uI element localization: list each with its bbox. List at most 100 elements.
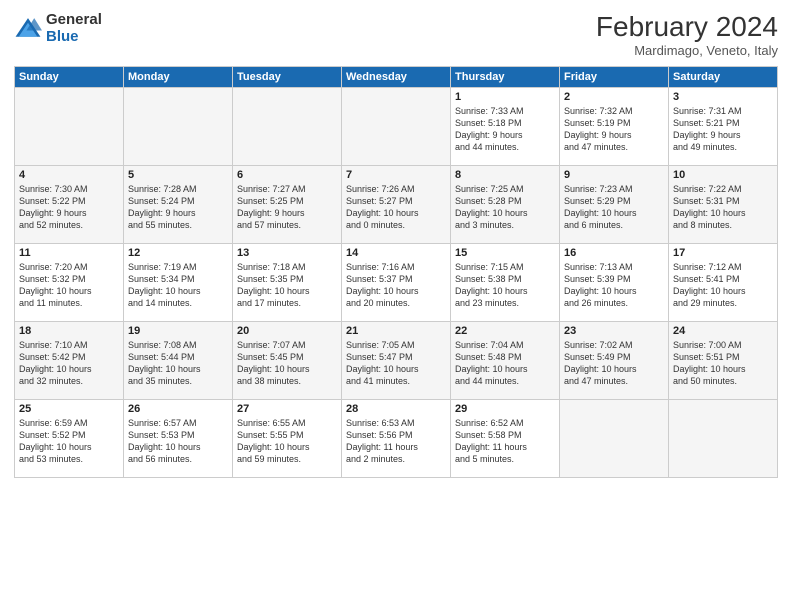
calendar-cell: 1Sunrise: 7:33 AM Sunset: 5:18 PM Daylig… (451, 87, 560, 165)
calendar-cell (15, 87, 124, 165)
col-friday: Friday (560, 66, 669, 87)
calendar-cell: 18 Sunrise: 7:10 AM Sunset: 5:42 PM Dayli… (15, 321, 124, 399)
calendar-cell: 29 Sunrise: 6:52 AM Sunset: 5:58 PM Dayli… (451, 399, 560, 477)
day-number: 6 (237, 169, 337, 181)
day-number: 23 (564, 325, 664, 337)
col-thursday: Thursday (451, 66, 560, 87)
logo-icon (14, 15, 42, 43)
col-tuesday: Tuesday (233, 66, 342, 87)
day-info: Sunrise: 7:04 AM Sunset: 5:48 PM Dayligh… (455, 339, 555, 388)
calendar-cell (560, 399, 669, 477)
day-number: 18 (19, 325, 119, 337)
day-number: 24 (673, 325, 773, 337)
calendar-week-2: 4 Sunrise: 7:30 AM Sunset: 5:22 PM Daylig… (15, 165, 778, 243)
calendar-cell: 26 Sunrise: 6:57 AM Sunset: 5:53 PM Dayli… (124, 399, 233, 477)
calendar-cell: 27 Sunrise: 6:55 AM Sunset: 5:55 PM Dayli… (233, 399, 342, 477)
day-number: 21 (346, 325, 446, 337)
day-info: Sunrise: 7:10 AM Sunset: 5:42 PM Dayligh… (19, 339, 119, 388)
day-info: Sunrise: 7:22 AM Sunset: 5:31 PM Dayligh… (673, 183, 773, 232)
calendar-cell: 16 Sunrise: 7:13 AM Sunset: 5:39 PM Dayli… (560, 243, 669, 321)
day-info: Sunrise: 7:08 AM Sunset: 5:44 PM Dayligh… (128, 339, 228, 388)
day-number: 15 (455, 247, 555, 259)
header: General Blue February 2024 Mardimago, Ve… (14, 12, 778, 58)
col-sunday: Sunday (15, 66, 124, 87)
calendar-table: Sunday Monday Tuesday Wednesday Thursday… (14, 66, 778, 478)
calendar-cell: 13 Sunrise: 7:18 AM Sunset: 5:35 PM Dayli… (233, 243, 342, 321)
header-row: Sunday Monday Tuesday Wednesday Thursday… (15, 66, 778, 87)
day-number: 9 (564, 169, 664, 181)
calendar-cell: 5 Sunrise: 7:28 AM Sunset: 5:24 PM Daylig… (124, 165, 233, 243)
col-saturday: Saturday (669, 66, 778, 87)
day-info: Sunrise: 7:30 AM Sunset: 5:22 PM Dayligh… (19, 183, 119, 232)
logo-text-general: General Blue (46, 12, 102, 45)
calendar-cell: 20 Sunrise: 7:07 AM Sunset: 5:45 PM Dayli… (233, 321, 342, 399)
page: General Blue February 2024 Mardimago, Ve… (0, 0, 792, 612)
day-number: 29 (455, 403, 555, 415)
col-wednesday: Wednesday (342, 66, 451, 87)
calendar-cell: 15 Sunrise: 7:15 AM Sunset: 5:38 PM Dayli… (451, 243, 560, 321)
day-info: Sunrise: 7:25 AM Sunset: 5:28 PM Dayligh… (455, 183, 555, 232)
calendar-cell: 9 Sunrise: 7:23 AM Sunset: 5:29 PM Daylig… (560, 165, 669, 243)
day-number: 16 (564, 247, 664, 259)
col-monday: Monday (124, 66, 233, 87)
calendar-cell: 2 Sunrise: 7:32 AM Sunset: 5:19 PM Daylig… (560, 87, 669, 165)
day-info: Sunrise: 7:05 AM Sunset: 5:47 PM Dayligh… (346, 339, 446, 388)
calendar-week-4: 18 Sunrise: 7:10 AM Sunset: 5:42 PM Dayli… (15, 321, 778, 399)
calendar-week-5: 25 Sunrise: 6:59 AM Sunset: 5:52 PM Dayli… (15, 399, 778, 477)
day-number: 5 (128, 169, 228, 181)
day-info: Sunrise: 7:02 AM Sunset: 5:49 PM Dayligh… (564, 339, 664, 388)
logo: General Blue (14, 12, 102, 45)
day-info: Sunrise: 7:23 AM Sunset: 5:29 PM Dayligh… (564, 183, 664, 232)
day-info: Sunrise: 7:27 AM Sunset: 5:25 PM Dayligh… (237, 183, 337, 232)
month-title: February 2024 (596, 12, 778, 43)
calendar-cell: 23 Sunrise: 7:02 AM Sunset: 5:49 PM Dayli… (560, 321, 669, 399)
day-info: Sunrise: 7:33 AM Sunset: 5:18 PM Dayligh… (455, 105, 555, 154)
day-number: 2 (564, 91, 664, 103)
day-info: Sunrise: 7:07 AM Sunset: 5:45 PM Dayligh… (237, 339, 337, 388)
calendar-cell (124, 87, 233, 165)
calendar-cell: 8 Sunrise: 7:25 AM Sunset: 5:28 PM Daylig… (451, 165, 560, 243)
day-info: Sunrise: 7:28 AM Sunset: 5:24 PM Dayligh… (128, 183, 228, 232)
day-number: 12 (128, 247, 228, 259)
day-info: Sunrise: 6:59 AM Sunset: 5:52 PM Dayligh… (19, 417, 119, 466)
day-info: Sunrise: 6:55 AM Sunset: 5:55 PM Dayligh… (237, 417, 337, 466)
day-info: Sunrise: 6:57 AM Sunset: 5:53 PM Dayligh… (128, 417, 228, 466)
calendar-cell: 22 Sunrise: 7:04 AM Sunset: 5:48 PM Dayli… (451, 321, 560, 399)
day-info: Sunrise: 7:00 AM Sunset: 5:51 PM Dayligh… (673, 339, 773, 388)
day-number: 27 (237, 403, 337, 415)
day-info: Sunrise: 7:31 AM Sunset: 5:21 PM Dayligh… (673, 105, 773, 154)
day-info: Sunrise: 7:15 AM Sunset: 5:38 PM Dayligh… (455, 261, 555, 310)
calendar-cell: 17Sunrise: 7:12 AM Sunset: 5:41 PM Dayli… (669, 243, 778, 321)
calendar-cell: 21 Sunrise: 7:05 AM Sunset: 5:47 PM Dayli… (342, 321, 451, 399)
calendar-cell: 11Sunrise: 7:20 AM Sunset: 5:32 PM Dayli… (15, 243, 124, 321)
day-info: Sunrise: 7:19 AM Sunset: 5:34 PM Dayligh… (128, 261, 228, 310)
title-block: February 2024 Mardimago, Veneto, Italy (596, 12, 778, 58)
day-number: 25 (19, 403, 119, 415)
calendar-cell (233, 87, 342, 165)
day-info: Sunrise: 6:52 AM Sunset: 5:58 PM Dayligh… (455, 417, 555, 466)
day-number: 28 (346, 403, 446, 415)
day-number: 19 (128, 325, 228, 337)
calendar-cell (669, 399, 778, 477)
day-info: Sunrise: 7:20 AM Sunset: 5:32 PM Dayligh… (19, 261, 119, 310)
calendar-cell: 25 Sunrise: 6:59 AM Sunset: 5:52 PM Dayli… (15, 399, 124, 477)
day-number: 13 (237, 247, 337, 259)
calendar-week-1: 1Sunrise: 7:33 AM Sunset: 5:18 PM Daylig… (15, 87, 778, 165)
calendar-cell (342, 87, 451, 165)
calendar-cell: 10 Sunrise: 7:22 AM Sunset: 5:31 PM Dayli… (669, 165, 778, 243)
day-info: Sunrise: 7:32 AM Sunset: 5:19 PM Dayligh… (564, 105, 664, 154)
calendar-cell: 4 Sunrise: 7:30 AM Sunset: 5:22 PM Daylig… (15, 165, 124, 243)
day-info: Sunrise: 7:13 AM Sunset: 5:39 PM Dayligh… (564, 261, 664, 310)
day-number: 22 (455, 325, 555, 337)
day-number: 8 (455, 169, 555, 181)
day-number: 4 (19, 169, 119, 181)
calendar-cell: 6 Sunrise: 7:27 AM Sunset: 5:25 PM Daylig… (233, 165, 342, 243)
day-info: Sunrise: 7:26 AM Sunset: 5:27 PM Dayligh… (346, 183, 446, 232)
day-info: Sunrise: 7:18 AM Sunset: 5:35 PM Dayligh… (237, 261, 337, 310)
day-number: 26 (128, 403, 228, 415)
day-number: 10 (673, 169, 773, 181)
day-number: 20 (237, 325, 337, 337)
day-number: 3 (673, 91, 773, 103)
day-info: Sunrise: 6:53 AM Sunset: 5:56 PM Dayligh… (346, 417, 446, 466)
calendar-cell: 19 Sunrise: 7:08 AM Sunset: 5:44 PM Dayli… (124, 321, 233, 399)
